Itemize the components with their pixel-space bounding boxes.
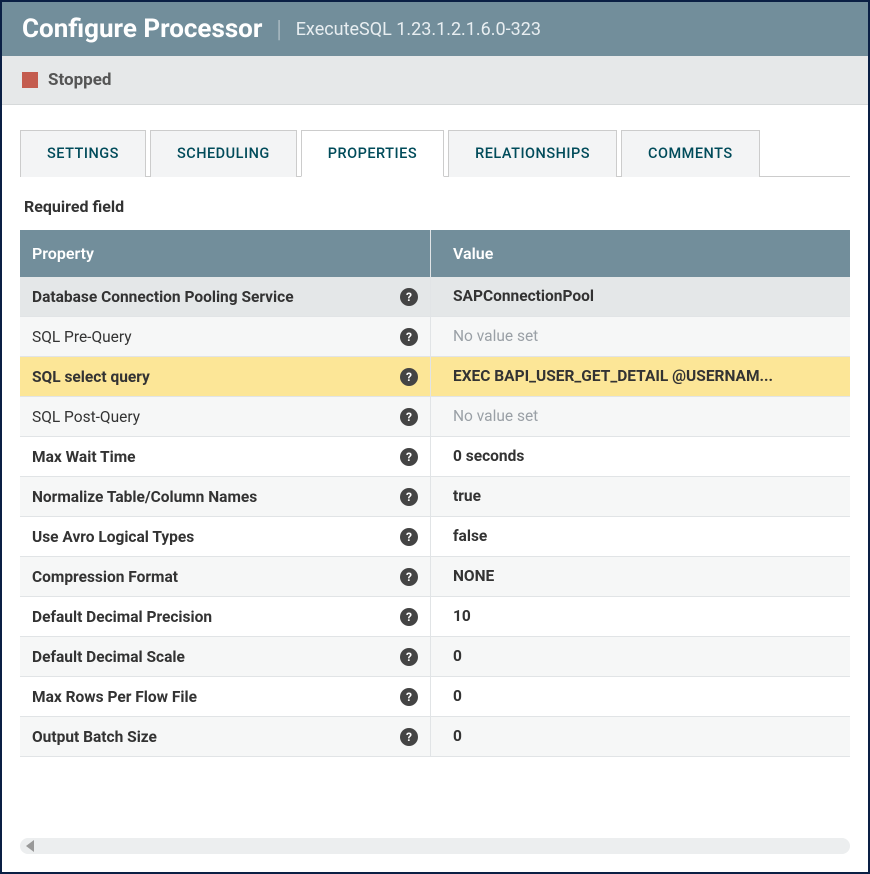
help-icon[interactable]: ? xyxy=(400,648,418,666)
property-cell[interactable]: Default Decimal Scale? xyxy=(20,637,430,676)
stopped-icon xyxy=(22,72,38,88)
help-icon[interactable]: ? xyxy=(400,728,418,746)
value-cell[interactable]: EXEC BAPI_USER_GET_DETAIL @USERNAM... xyxy=(430,357,850,396)
property-name: Default Decimal Precision xyxy=(32,608,212,626)
table-row[interactable]: Max Wait Time?0 seconds xyxy=(20,437,850,477)
property-cell[interactable]: Max Wait Time? xyxy=(20,437,430,476)
table-row[interactable]: Default Decimal Precision?10 xyxy=(20,597,850,637)
property-name: Database Connection Pooling Service xyxy=(32,288,294,306)
help-icon[interactable]: ? xyxy=(400,528,418,546)
property-name: Max Wait Time xyxy=(32,448,136,466)
value-cell[interactable]: No value set xyxy=(430,397,850,436)
value-cell[interactable]: SAPConnectionPool xyxy=(430,277,850,316)
property-cell[interactable]: SQL Post-Query? xyxy=(20,397,430,436)
properties-table: Property Value Database Connection Pooli… xyxy=(20,230,850,854)
value-cell[interactable]: false xyxy=(430,517,850,556)
table-row[interactable]: Database Connection Pooling Service?SAPC… xyxy=(20,277,850,317)
value-cell[interactable]: No value set xyxy=(430,317,850,356)
tab-bar: SETTINGSSCHEDULINGPROPERTIESRELATIONSHIP… xyxy=(20,129,850,177)
property-cell[interactable]: Max Rows Per Flow File? xyxy=(20,677,430,716)
property-name: Compression Format xyxy=(32,568,178,586)
dialog-title: Configure Processor xyxy=(22,14,262,44)
table-row[interactable]: Output Batch Size?0 xyxy=(20,717,850,757)
dialog-subtitle: ExecuteSQL 1.23.1.2.1.6.0-323 xyxy=(296,19,541,40)
configure-processor-dialog: Configure Processor | ExecuteSQL 1.23.1.… xyxy=(0,0,870,874)
value-cell[interactable]: NONE xyxy=(430,557,850,596)
property-name: SQL Pre-Query xyxy=(32,328,132,346)
value-cell[interactable]: 0 seconds xyxy=(430,437,850,476)
tab-comments[interactable]: COMMENTS xyxy=(621,130,760,177)
value-cell[interactable]: true xyxy=(430,477,850,516)
value-cell[interactable]: 10 xyxy=(430,597,850,636)
property-name: Default Decimal Scale xyxy=(32,648,185,666)
status-label: Stopped xyxy=(48,70,111,90)
help-icon[interactable]: ? xyxy=(400,408,418,426)
tab-properties[interactable]: PROPERTIES xyxy=(301,130,444,177)
tab-scheduling[interactable]: SCHEDULING xyxy=(150,130,297,177)
property-name: Use Avro Logical Types xyxy=(32,528,194,546)
help-icon[interactable]: ? xyxy=(400,568,418,586)
help-icon[interactable]: ? xyxy=(400,288,418,306)
table-row[interactable]: SQL select query?EXEC BAPI_USER_GET_DETA… xyxy=(20,357,850,397)
table-row[interactable]: SQL Post-Query?No value set xyxy=(20,397,850,437)
table-row[interactable]: Normalize Table/Column Names?true xyxy=(20,477,850,517)
chevron-left-icon[interactable] xyxy=(26,840,34,852)
property-name: Output Batch Size xyxy=(32,728,157,746)
value-cell[interactable]: 0 xyxy=(430,717,850,756)
property-name: SQL Post-Query xyxy=(32,408,140,426)
property-cell[interactable]: Default Decimal Precision? xyxy=(20,597,430,636)
property-cell[interactable]: Output Batch Size? xyxy=(20,717,430,756)
help-icon[interactable]: ? xyxy=(400,608,418,626)
property-cell[interactable]: Normalize Table/Column Names? xyxy=(20,477,430,516)
status-bar: Stopped xyxy=(2,56,868,105)
property-cell[interactable]: Compression Format? xyxy=(20,557,430,596)
value-cell[interactable]: 0 xyxy=(430,677,850,716)
header-property: Property xyxy=(20,230,430,277)
property-cell[interactable]: Database Connection Pooling Service? xyxy=(20,277,430,316)
table-header: Property Value xyxy=(20,230,850,277)
horizontal-scrollbar[interactable] xyxy=(20,838,850,854)
table-rows: Database Connection Pooling Service?SAPC… xyxy=(20,277,850,834)
property-cell[interactable]: Use Avro Logical Types? xyxy=(20,517,430,556)
help-icon[interactable]: ? xyxy=(400,368,418,386)
table-row[interactable]: Default Decimal Scale?0 xyxy=(20,637,850,677)
property-cell[interactable]: SQL Pre-Query? xyxy=(20,317,430,356)
table-row[interactable]: SQL Pre-Query?No value set xyxy=(20,317,850,357)
header-value: Value xyxy=(430,230,850,277)
table-row[interactable]: Use Avro Logical Types?false xyxy=(20,517,850,557)
property-name: Normalize Table/Column Names xyxy=(32,488,257,506)
title-separator: | xyxy=(276,15,281,43)
property-cell[interactable]: SQL select query? xyxy=(20,357,430,396)
tab-relationships[interactable]: RELATIONSHIPS xyxy=(448,130,617,177)
help-icon[interactable]: ? xyxy=(400,328,418,346)
content-area: SETTINGSSCHEDULINGPROPERTIESRELATIONSHIP… xyxy=(2,105,868,872)
tab-settings[interactable]: SETTINGS xyxy=(20,130,146,177)
property-name: Max Rows Per Flow File xyxy=(32,688,197,706)
property-name: SQL select query xyxy=(32,368,150,386)
help-icon[interactable]: ? xyxy=(400,488,418,506)
help-icon[interactable]: ? xyxy=(400,688,418,706)
titlebar: Configure Processor | ExecuteSQL 1.23.1.… xyxy=(2,2,868,56)
help-icon[interactable]: ? xyxy=(400,448,418,466)
required-field-label: Required field xyxy=(20,177,850,230)
table-row[interactable]: Max Rows Per Flow File?0 xyxy=(20,677,850,717)
value-cell[interactable]: 0 xyxy=(430,637,850,676)
table-row[interactable]: Compression Format?NONE xyxy=(20,557,850,597)
